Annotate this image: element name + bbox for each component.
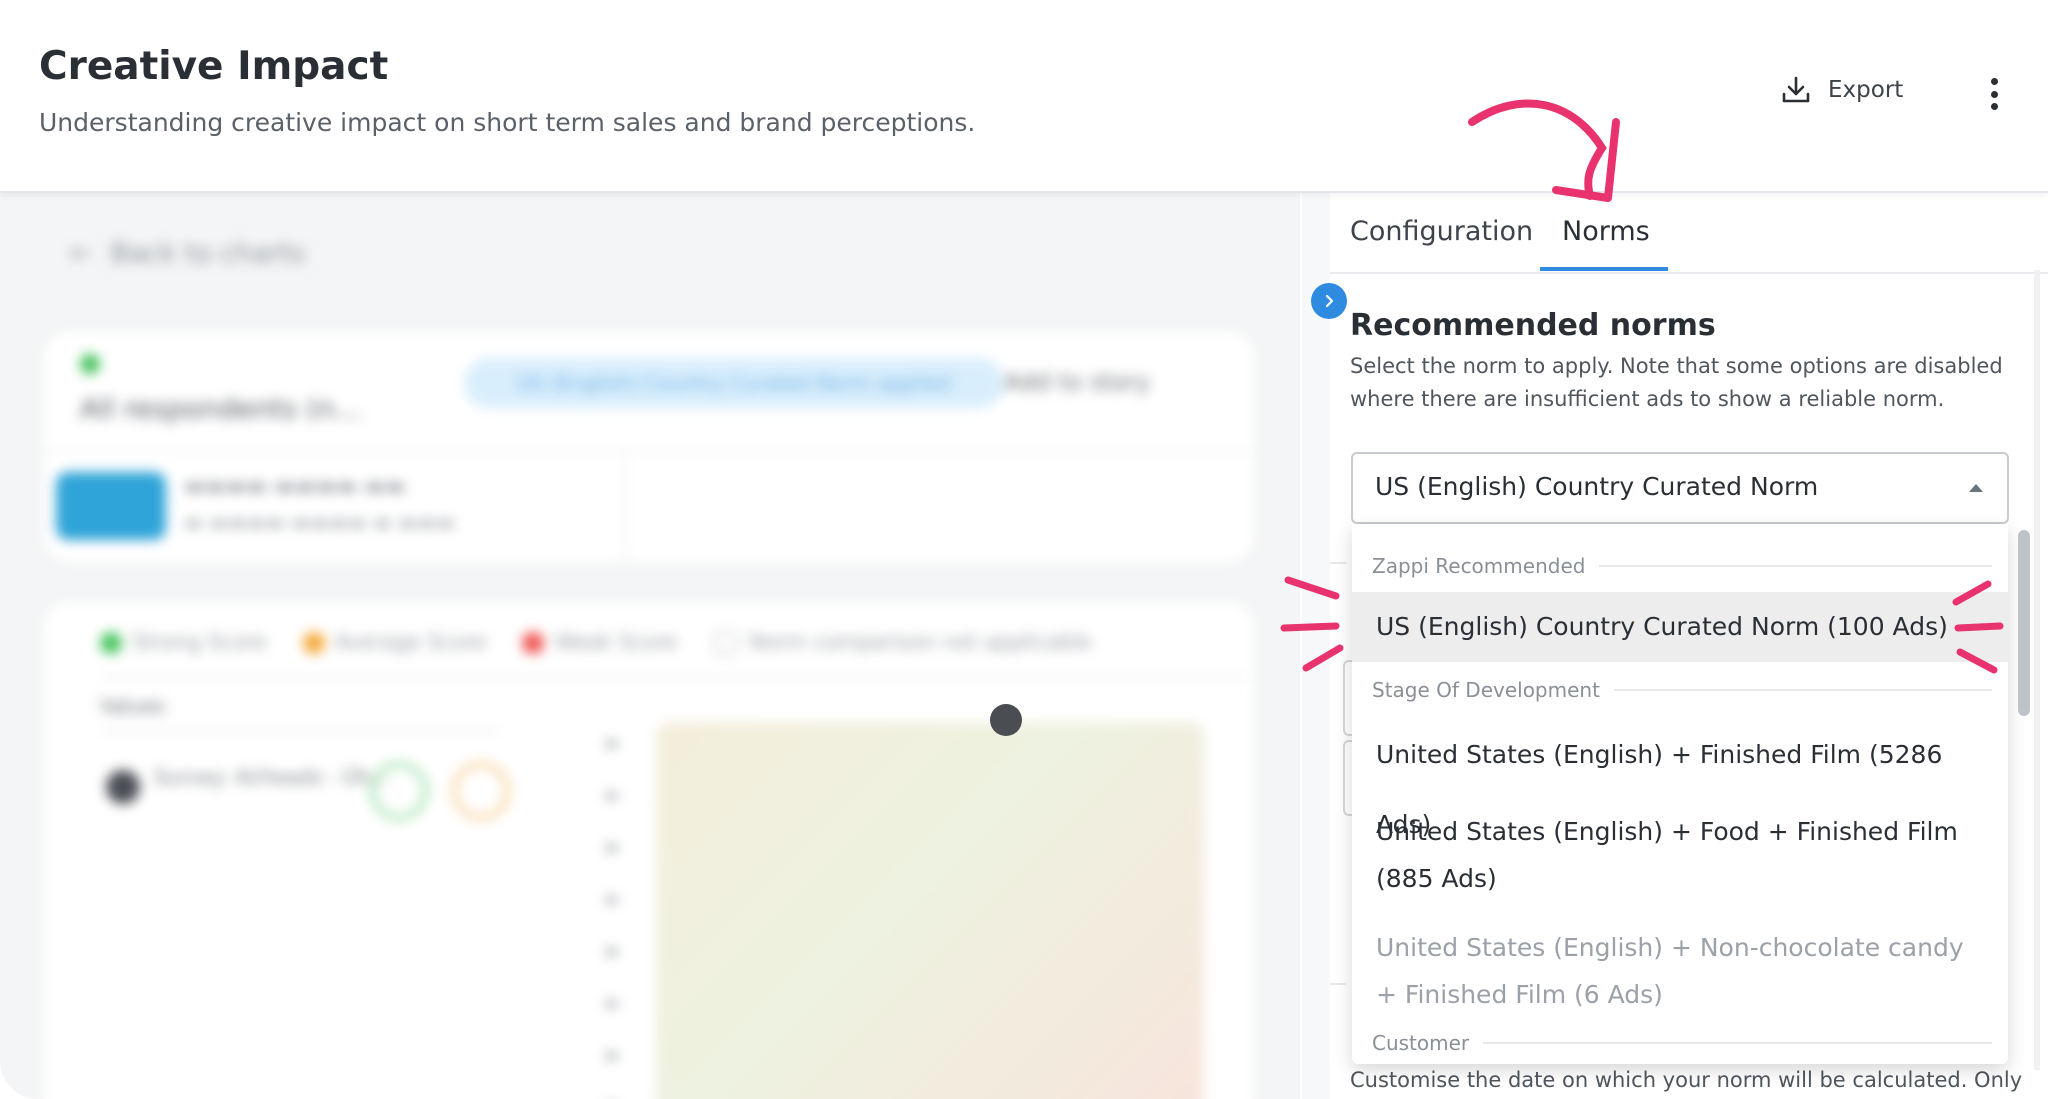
group-header-stage-of-development: Stage Of Development (1372, 678, 1992, 702)
card-vertical-divider (624, 452, 626, 562)
export-button[interactable]: Export (1780, 74, 1903, 106)
scatter-plot-area (656, 722, 1204, 1099)
group-header-zappi-recommended: Zappi Recommended (1372, 554, 1992, 578)
arrow-left-icon: ← (70, 238, 93, 269)
customise-date-text: Customise the date on which your norm wi… (1350, 1068, 2023, 1092)
caret-up-icon (1969, 484, 1983, 492)
chevron-right-icon (1325, 294, 1334, 308)
back-to-charts-label: Back to charts (110, 238, 305, 269)
tab-configuration[interactable]: Configuration (1350, 216, 1533, 247)
norm-applied-badge: US (English) Country Curated Norm applie… (464, 358, 1004, 408)
download-icon (1782, 76, 1810, 103)
score-ring (370, 762, 428, 820)
values-header: Values (100, 694, 166, 718)
group-label: Customer (1372, 1031, 1470, 1055)
legend-item: Strong Score (100, 630, 267, 656)
respondents-label: All respondents (n... (80, 392, 362, 425)
panel-tabs: Configuration Norms (1330, 192, 2048, 274)
ad-date-line: ▬ ▬▬▬▬ ▬▬▬▬ ▬ ▬▬▬ (184, 510, 456, 534)
legend-item: Norm comparison not applicable (713, 630, 1091, 656)
add-to-story-label: Add to story (1004, 368, 1151, 396)
survey-avatar (106, 770, 140, 804)
dropdown-scrollbar[interactable] (2018, 530, 2030, 716)
back-to-charts-link: ← Back to charts (70, 238, 305, 269)
legend-item: Weak Score (522, 630, 677, 656)
panel-scrollbar-track[interactable] (2034, 270, 2040, 1070)
norm-select-value: US (English) Country Curated Norm (1375, 472, 1819, 501)
norm-option[interactable]: United States (English) + Food + Finishe… (1352, 800, 2008, 902)
page-subtitle: Understanding creative impact on short t… (39, 108, 976, 137)
chart-card: Strong Score Average Score Weak Score No… (44, 602, 1254, 1099)
score-legend: Strong Score Average Score Weak Score No… (100, 630, 1091, 656)
norm-option[interactable]: United States (English) + Finished Film … (1352, 720, 2008, 839)
group-label: Zappi Recommended (1372, 554, 1586, 578)
collapse-panel-button[interactable] (1311, 283, 1347, 319)
card-divider (44, 450, 1254, 452)
group-header-customer: Customer (1372, 1031, 1992, 1055)
hidden-divider (1330, 562, 1346, 564)
norm-option[interactable]: US (English) Country Curated Norm (100 A… (1352, 592, 2008, 662)
app-frame: Creative Impact Understanding creative i… (0, 0, 2048, 1099)
hidden-divider (1330, 983, 1346, 985)
status-dot (80, 354, 100, 374)
norm-option-disabled: United States (English) + Non-chocolate … (1376, 933, 1964, 1009)
recommended-norms-description: Select the norm to apply. Note that some… (1350, 354, 2003, 411)
blurred-content: ← Back to charts All respondents (n... U… (0, 192, 1300, 1099)
legend-divider (100, 676, 1250, 678)
recommended-norms-title: Recommended norms (1350, 308, 1716, 343)
legend-label: Norm comparison not applicable (749, 630, 1092, 654)
legend-label: Strong Score (132, 630, 267, 654)
export-label: Export (1828, 77, 1904, 103)
legend-label: Average Score (334, 630, 487, 654)
norm-dropdown-menu: Zappi Recommended US (English) Country C… (1352, 524, 2008, 1064)
page-header: Creative Impact Understanding creative i… (0, 0, 2048, 193)
more-options-icon[interactable] (1982, 78, 2006, 110)
y-axis-ticks: ▬▬▬▬▬▬▬▬ (604, 733, 620, 1099)
tab-norms[interactable]: Norms (1562, 216, 1650, 247)
plot-point (990, 704, 1022, 736)
legend-label: Weak Score (554, 630, 678, 654)
active-tab-indicator (1540, 267, 1668, 271)
ad-thumbnail (56, 472, 166, 540)
page-title: Creative Impact (39, 44, 389, 89)
norm-select[interactable]: US (English) Country Curated Norm (1351, 452, 2009, 524)
respondents-card: All respondents (n... US (English) Count… (44, 332, 1254, 562)
values-divider (100, 730, 500, 732)
group-label: Stage Of Development (1372, 678, 1600, 702)
legend-item: Average Score (302, 630, 487, 656)
panel-gutter (1302, 192, 1330, 1099)
chart-area-background: ← Back to charts All respondents (n... U… (0, 192, 1302, 1099)
ad-meta-line: ▬▬▬▬ ▬▬▬▬ ▬▬ (184, 474, 406, 499)
score-ring (452, 762, 510, 820)
survey-label: Survey: Airheads - Oh... (154, 765, 391, 789)
